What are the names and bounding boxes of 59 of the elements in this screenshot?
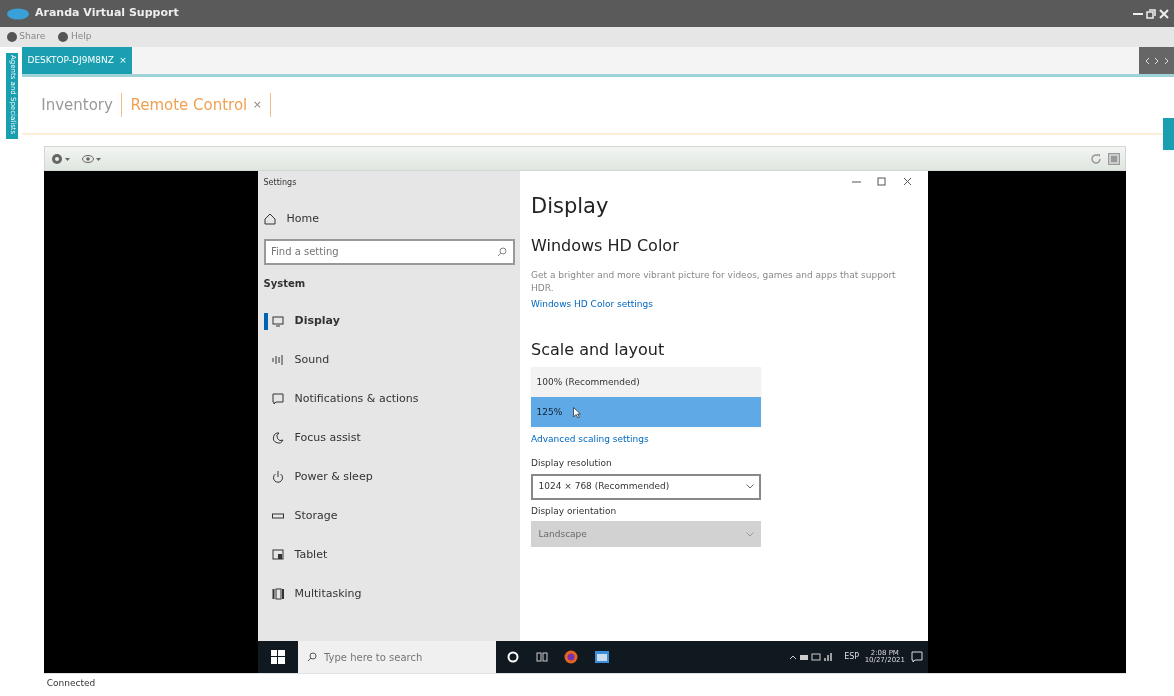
window-title: Settings [263,176,298,189]
search-field[interactable]: Find a setting [263,238,515,265]
nav-item[interactable]: Power & sleep [263,457,515,497]
speech-bubble-icon [271,393,284,405]
cortana-icon[interactable] [507,651,519,663]
hd-color-link[interactable]: Windows HD Color settings [531,298,917,312]
multitasking-icon [271,588,284,600]
home-nav-item[interactable]: Home [263,199,515,239]
moon-icon [271,432,284,444]
nav-item[interactable]: Multitasking [263,574,515,614]
nav-item[interactable]: Sound [263,340,515,380]
logo-icon [5,7,30,20]
display-icon [271,315,284,327]
taskbar-search-field[interactable]: Type here to search [298,641,496,673]
chevron-down-icon [745,531,754,537]
gear-dropdown-icon[interactable] [50,152,71,165]
chevron-down-icon [745,484,754,489]
field-label: Display orientation [531,505,618,518]
power-icon [271,471,284,483]
status-text: Connected [44,673,1126,691]
description-text: Get a brighter and more vibrant picture for videos, games and apps that support HDR. [531,268,897,295]
scale-dropdown-list[interactable]: 100% (Recommended) 125% [531,367,761,428]
field-label: Display resolution [531,457,613,471]
page-heading: Display [531,193,610,220]
cursor-icon [573,406,582,418]
nav-item[interactable]: Focus assist [263,418,515,458]
eye-dropdown-icon[interactable] [81,152,102,165]
search-icon [496,246,507,257]
storage-icon [271,510,284,522]
search-icon [307,652,317,662]
tab-label: DESKTOP-DJ9M8NZ [27,53,114,67]
task-view-icon[interactable] [535,651,548,663]
resolution-select[interactable]: 1024 × 768 (Recommended) [531,473,761,500]
windows-icon[interactable] [271,650,285,664]
nav-item[interactable]: Storage [263,496,515,536]
language-indicator[interactable]: ESP [844,651,860,663]
close-tab-button[interactable]: × [252,96,262,114]
section-heading: Windows HD Color [531,234,680,257]
tablet-icon [271,549,284,561]
app-window-icon[interactable] [594,651,609,663]
browser-icon[interactable] [564,650,578,664]
window-title: Aranda Virtual Support [35,5,179,22]
section-heading: System [263,276,307,291]
dropdown-option[interactable]: 100% (Recommended) [531,367,761,398]
nav-item[interactable]: Display [263,301,515,341]
tab-label: Remote Control [130,94,248,116]
dropdown-option[interactable]: 125% [531,397,761,428]
restore-icon[interactable] [1145,8,1156,19]
advanced-scaling-link[interactable]: Advanced scaling settings [531,432,917,447]
tab-scroll-icon[interactable] [1144,56,1169,65]
notification-icon[interactable] [910,651,923,663]
close-icon[interactable] [902,176,912,186]
sound-icon [271,354,284,366]
nav-item[interactable]: Tablet [263,535,515,575]
page-tab[interactable]: Remote Control × [127,93,265,117]
maximize-icon[interactable] [877,176,886,186]
section-heading: Scale and layout [531,338,666,361]
nav-item[interactable]: Notifications & actions [263,379,515,419]
home-icon [263,213,276,225]
